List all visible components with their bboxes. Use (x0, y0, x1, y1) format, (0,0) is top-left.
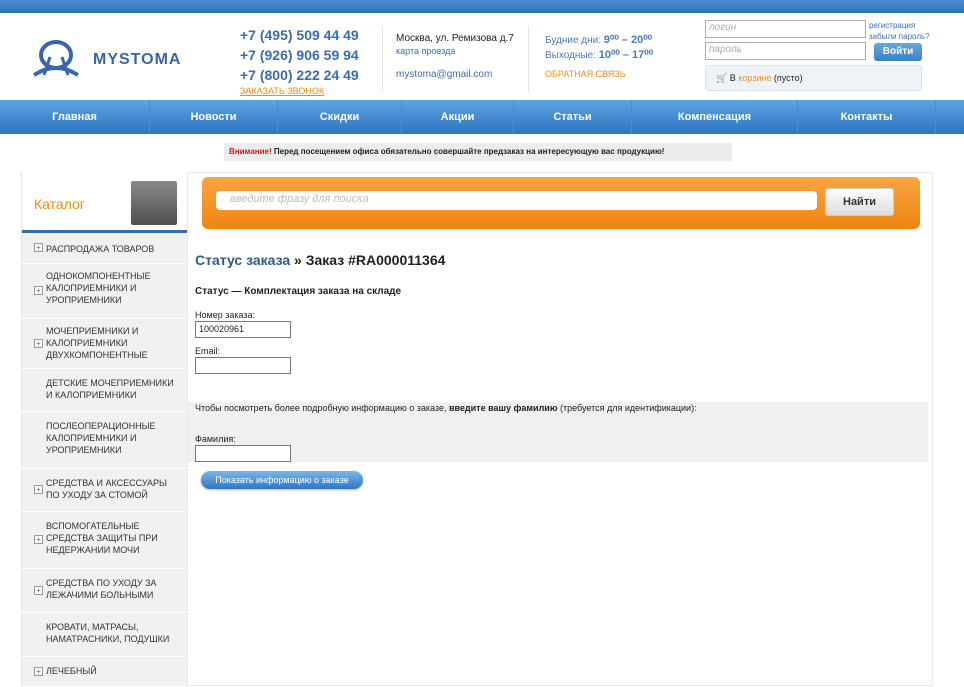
catalog-item-label: МОЧЕПРИЕМНИКИ И КАЛОПРИЕМНИКИ ДВУХКОМПОН… (46, 326, 148, 360)
instructions-bold: введите вашу фамилию (448, 403, 558, 413)
catalog-header: Каталог (22, 172, 187, 233)
auth-links: регистрация забыли пароль? (869, 20, 930, 42)
catalog-item-label: РАСПРОДАЖА ТОВАРОВ (46, 244, 155, 254)
address-text: Москва, ул. Ремизова д.7 (396, 33, 514, 44)
search-input[interactable]: введите фразу для поиска (216, 191, 817, 210)
search-bar: введите фразу для поиска Найти (202, 177, 920, 229)
expand-plus-icon[interactable]: + (34, 243, 43, 252)
divider (382, 26, 383, 92)
order-number-title: » Заказ #RA000011364 (290, 252, 446, 268)
order-status-link[interactable]: Статус заказа (195, 252, 290, 268)
cart-icon: 🛒 (716, 73, 728, 83)
main-nav: Главная Новости Скидки Акции Статьи Комп… (0, 100, 964, 134)
instructions-text: Чтобы посмотреть более подробную информа… (195, 403, 449, 413)
feedback-link[interactable]: ОБРАТНАЯ СВЯЗЬ (545, 67, 653, 82)
site-logo[interactable]: MYSTOMA (30, 35, 190, 81)
password-input[interactable]: пароль (705, 42, 866, 60)
catalog-item-medical[interactable]: + ЛЕЧЕБНЫЙ (22, 657, 187, 687)
hours-block: Будние дни: 9⁰⁰ – 20⁰⁰ Выходные: 10⁰⁰ – … (545, 33, 653, 82)
expand-plus-icon[interactable]: + (34, 338, 43, 348)
order-number-field[interactable]: 100020961 (195, 321, 291, 338)
expand-plus-icon[interactable]: + (34, 535, 43, 544)
phone-block: +7 (495) 509 44 49 +7 (926) 906 59 94 +7… (240, 25, 359, 97)
order-number-label: Номер заказа: (195, 310, 256, 320)
surname-field[interactable] (195, 445, 291, 462)
catalog-item-sale[interactable]: + РАСПРОДАЖА ТОВАРОВ (22, 233, 187, 264)
cart-status: (пусто) (773, 73, 803, 83)
show-order-info-button[interactable]: Показать информацию о заказе (201, 471, 363, 489)
catalog-item-label: ВСПОМОГАТЕЛЬНЫЕ СРЕДСТВА ЗАЩИТЫ ПРИ НЕДЕ… (46, 521, 158, 555)
catalog-item-label: ПОСЛЕОПЕРАЦИОННЫЕ КАЛОПРИЕМНИКИ И УРОПРИ… (46, 421, 156, 455)
top-stripe (0, 0, 964, 13)
catalog-title: Каталог (34, 196, 85, 212)
catalog-book-icon (131, 181, 177, 225)
main-content: введите фразу для поиска Найти Статус за… (187, 172, 933, 686)
order-status-text: Статус — Комплектация заказа на складе (195, 286, 402, 297)
nav-promotions[interactable]: Акции (402, 100, 514, 134)
nav-compensation[interactable]: Компенсация (632, 100, 798, 134)
email-field[interactable] (195, 357, 291, 374)
catalog-item-incontinence[interactable]: + ВСПОМОГАТЕЛЬНЫЕ СРЕДСТВА ЗАЩИТЫ ПРИ НЕД… (22, 512, 187, 569)
surname-label: Фамилия: (195, 434, 236, 444)
notice-text: Перед посещением офиса обязательно совер… (273, 147, 665, 156)
forgot-password-link[interactable]: забыли пароль? (869, 31, 930, 42)
expand-plus-icon[interactable]: + (34, 585, 43, 595)
nav-discounts[interactable]: Скидки (278, 100, 402, 134)
catalog-item-label: ОДНОКОМПОНЕНТНЫЕ КАЛОПРИЕМНИКИ И УРОПРИЕ… (46, 271, 151, 305)
logo-emblem-icon (32, 40, 80, 77)
address-block: Москва, ул. Ремизова д.7 карта проезда m… (396, 32, 514, 81)
notice-warning: Внимание! (229, 147, 272, 156)
login-input[interactable]: логин (705, 20, 866, 38)
nav-articles[interactable]: Статьи (514, 100, 632, 134)
catalog-item-label: ЛЕЧЕБНЫЙ (46, 666, 97, 676)
email-label: Email: (195, 346, 221, 356)
phone-2[interactable]: +7 (926) 906 59 94 (240, 45, 359, 65)
login-button[interactable]: Войти (874, 43, 922, 61)
weekdays-hours: 9⁰⁰ – 20⁰⁰ (603, 34, 653, 46)
register-link[interactable]: регистрация (869, 20, 930, 31)
email-link[interactable]: mystoma@gmail.com (396, 68, 514, 81)
divider (528, 26, 529, 92)
nav-news[interactable]: Новости (150, 100, 278, 134)
map-link[interactable]: карта проезда (396, 45, 514, 58)
expand-plus-icon[interactable]: + (34, 286, 43, 295)
catalog-item-accessories[interactable]: + СРЕДСТВА И АКСЕССУАРЫ ПО УХОДУ ЗА СТОМО… (22, 469, 187, 512)
cart-widget[interactable]: 🛒 В корзине (пусто) (705, 65, 922, 91)
notice-bar: Внимание! Перед посещением офиса обязате… (224, 143, 732, 161)
catalog-item-twopiece[interactable]: + МОЧЕПРИЕМНИКИ И КАЛОПРИЕМНИКИ ДВУХКОМПО… (22, 319, 187, 369)
login-box: логин пароль (705, 20, 866, 60)
expand-plus-icon[interactable]: + (34, 485, 43, 494)
weekdays-label: Будние дни: (545, 35, 602, 46)
catalog-sidebar: Каталог + РАСПРОДАЖА ТОВАРОВ + ОДНОКОМПОНЕ… (21, 172, 187, 687)
catalog-item-label: СРЕДСТВА ПО УХОДУ ЗА ЛЕЖАЧИМИ БОЛЬНЫМИ (46, 578, 157, 600)
search-button[interactable]: Найти (825, 188, 894, 216)
phone-1[interactable]: +7 (495) 509 44 49 (240, 25, 359, 45)
nav-contacts[interactable]: Контакты (798, 100, 936, 134)
logo-text: MYSTOMA (93, 51, 182, 68)
catalog-item-bedridden[interactable]: + СРЕДСТВА ПО УХОДУ ЗА ЛЕЖАЧИМИ БОЛЬНЫМИ (22, 569, 187, 613)
expand-plus-icon[interactable]: + (34, 666, 43, 676)
cart-link[interactable]: корзине (738, 73, 771, 83)
page-title: Статус заказа » Заказ #RA000011364 (195, 252, 445, 268)
catalog-item-onepiece[interactable]: + ОДНОКОМПОНЕНТНЫЕ КАЛОПРИЕМНИКИ И УРОПРИ… (22, 264, 187, 319)
phone-3[interactable]: +7 (800) 222 24 49 (240, 65, 359, 85)
callback-link[interactable]: ЗАКАЗАТЬ ЗВОНОК (240, 86, 324, 96)
surname-instructions: Чтобы посмотреть более подробную информа… (195, 403, 697, 413)
catalog-item-children[interactable]: ДЕТСКИЕ МОЧЕПРИЕМНИКИ И КАЛОПРИЕМНИКИ (22, 369, 187, 412)
catalog-item-label: ДЕТСКИЕ МОЧЕПРИЕМНИКИ И КАЛОПРИЕМНИКИ (46, 378, 174, 400)
weekend-label: Выходные: (545, 50, 596, 61)
catalog-item-label: КРОВАТИ, МАТРАСЫ, НАМАТРАСНИКИ, ПОДУШКИ (46, 622, 170, 644)
catalog-item-beds[interactable]: КРОВАТИ, МАТРАСЫ, НАМАТРАСНИКИ, ПОДУШКИ (22, 613, 187, 657)
weekend-hours: 10⁰⁰ – 17⁰⁰ (598, 49, 654, 61)
cart-prefix: В (729, 73, 736, 83)
catalog-item-postop[interactable]: ПОСЛЕОПЕРАЦИОННЫЕ КАЛОПРИЕМНИКИ И УРОПРИ… (22, 412, 187, 469)
instructions-suffix: (требуется для идентификации): (557, 403, 697, 413)
nav-home[interactable]: Главная (0, 100, 150, 134)
catalog-item-label: СРЕДСТВА И АКСЕССУАРЫ ПО УХОДУ ЗА СТОМОЙ (46, 478, 167, 500)
